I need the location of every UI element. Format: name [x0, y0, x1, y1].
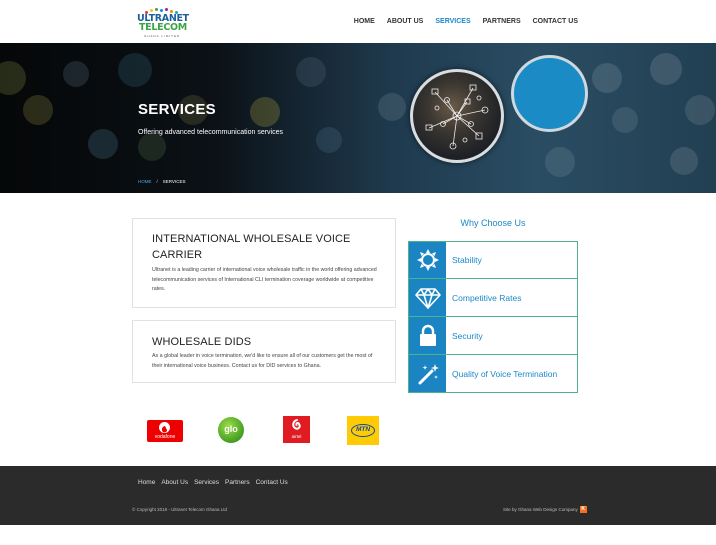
footer-link-contact-us[interactable]: Contact Us [256, 479, 288, 486]
why-item-label: Stability [452, 255, 482, 265]
copyright-text: © Copyright 2018 - Ultranet Telecom Ghan… [132, 507, 228, 512]
credit-logo-icon: K [579, 506, 587, 513]
glo-logo[interactable]: glo [218, 417, 244, 443]
footer-link-partners[interactable]: Partners [225, 479, 250, 486]
service-title: WHOLESALE DIDS [152, 336, 252, 348]
footer-link-about-us[interactable]: About Us [161, 479, 188, 486]
why-item-label: Competitive Rates [452, 292, 522, 303]
service-card-wholesale-dids: WHOLESALE DIDS As a global leader in voi… [132, 320, 396, 383]
site-credit[interactable]: Site by Ghana Web Design Company K [503, 506, 587, 513]
service-description: Ultranet is a leading carrier of interna… [152, 267, 377, 292]
hero-banner: SERVICES Offering advanced telecommunica… [0, 43, 716, 193]
breadcrumb: HOME / SERVICES [138, 179, 185, 184]
decorative-blue-circle [511, 55, 588, 132]
footer-link-home[interactable]: Home [138, 479, 155, 486]
network-globe-image [410, 69, 504, 163]
service-description: As a global leader in voice termination,… [152, 353, 373, 369]
vodafone-speechmark-icon [159, 422, 170, 433]
main-nav: HOME ABOUT US SERVICES PARTNERS CONTACT … [342, 17, 578, 26]
site-header: ULTRANET TELECOM GHANA LIMITED HOME ABOU… [0, 0, 716, 43]
why-choose-us-list: Stability Competitive Rates Security Qua… [408, 241, 578, 393]
nav-about-us[interactable]: ABOUT US [387, 17, 424, 26]
why-item-label: Quality of Voice Termination [452, 368, 558, 379]
nav-home[interactable]: HOME [354, 17, 375, 26]
service-card-voice-carrier: INTERNATIONAL WHOLESALE VOICE CARRIER Ul… [132, 218, 396, 308]
glo-wordmark: glo [224, 424, 238, 434]
network-icons-graphic [425, 84, 489, 150]
vodafone-logo[interactable]: vodafone [147, 420, 183, 442]
lock-icon [409, 317, 447, 354]
why-choose-us-heading: Why Choose Us [460, 218, 526, 228]
ultranet-logo[interactable]: ULTRANET TELECOM GHANA LIMITED [137, 8, 189, 38]
site-credit-text: Site by Ghana Web Design Company [503, 507, 578, 512]
service-title: INTERNATIONAL WHOLESALE VOICE CARRIER [152, 233, 351, 261]
nav-contact-us[interactable]: CONTACT US [533, 17, 578, 26]
footer-link-services[interactable]: Services [194, 479, 219, 486]
airtel-wordmark: airtel [291, 434, 302, 439]
mtn-wordmark: MTN [355, 426, 371, 433]
breadcrumb-home[interactable]: HOME [138, 179, 152, 184]
airtel-swirl-icon [292, 419, 301, 430]
page-title: SERVICES [138, 101, 216, 118]
nav-services[interactable]: SERVICES [435, 17, 470, 26]
why-item-label: Security [452, 330, 483, 341]
why-item-stability: Stability [408, 241, 578, 279]
why-item-competitive-rates: Competitive Rates [408, 279, 578, 317]
breadcrumb-separator: / [156, 179, 158, 184]
why-item-security: Security [408, 317, 578, 355]
breadcrumb-current: SERVICES [162, 179, 186, 184]
nav-partners[interactable]: PARTNERS [483, 17, 521, 26]
logo-text-line2: TELECOM [139, 22, 187, 33]
diamond-icon [409, 279, 447, 316]
site-footer: Home About Us Services Partners Contact … [0, 466, 716, 525]
footer-nav: Home About Us Services Partners Contact … [138, 479, 294, 486]
logo-text-line3: GHANA LIMITED [144, 34, 181, 38]
mtn-logo[interactable]: MTN [347, 416, 379, 445]
airtel-logo[interactable]: airtel [283, 416, 310, 443]
page-subtitle: Offering advanced telecommunication serv… [138, 129, 284, 136]
vodafone-wordmark: vodafone [154, 434, 176, 440]
why-item-quality-voice-termination: Quality of Voice Termination [408, 355, 578, 393]
sun-icon [409, 242, 447, 278]
magic-wand-icon [409, 355, 447, 392]
